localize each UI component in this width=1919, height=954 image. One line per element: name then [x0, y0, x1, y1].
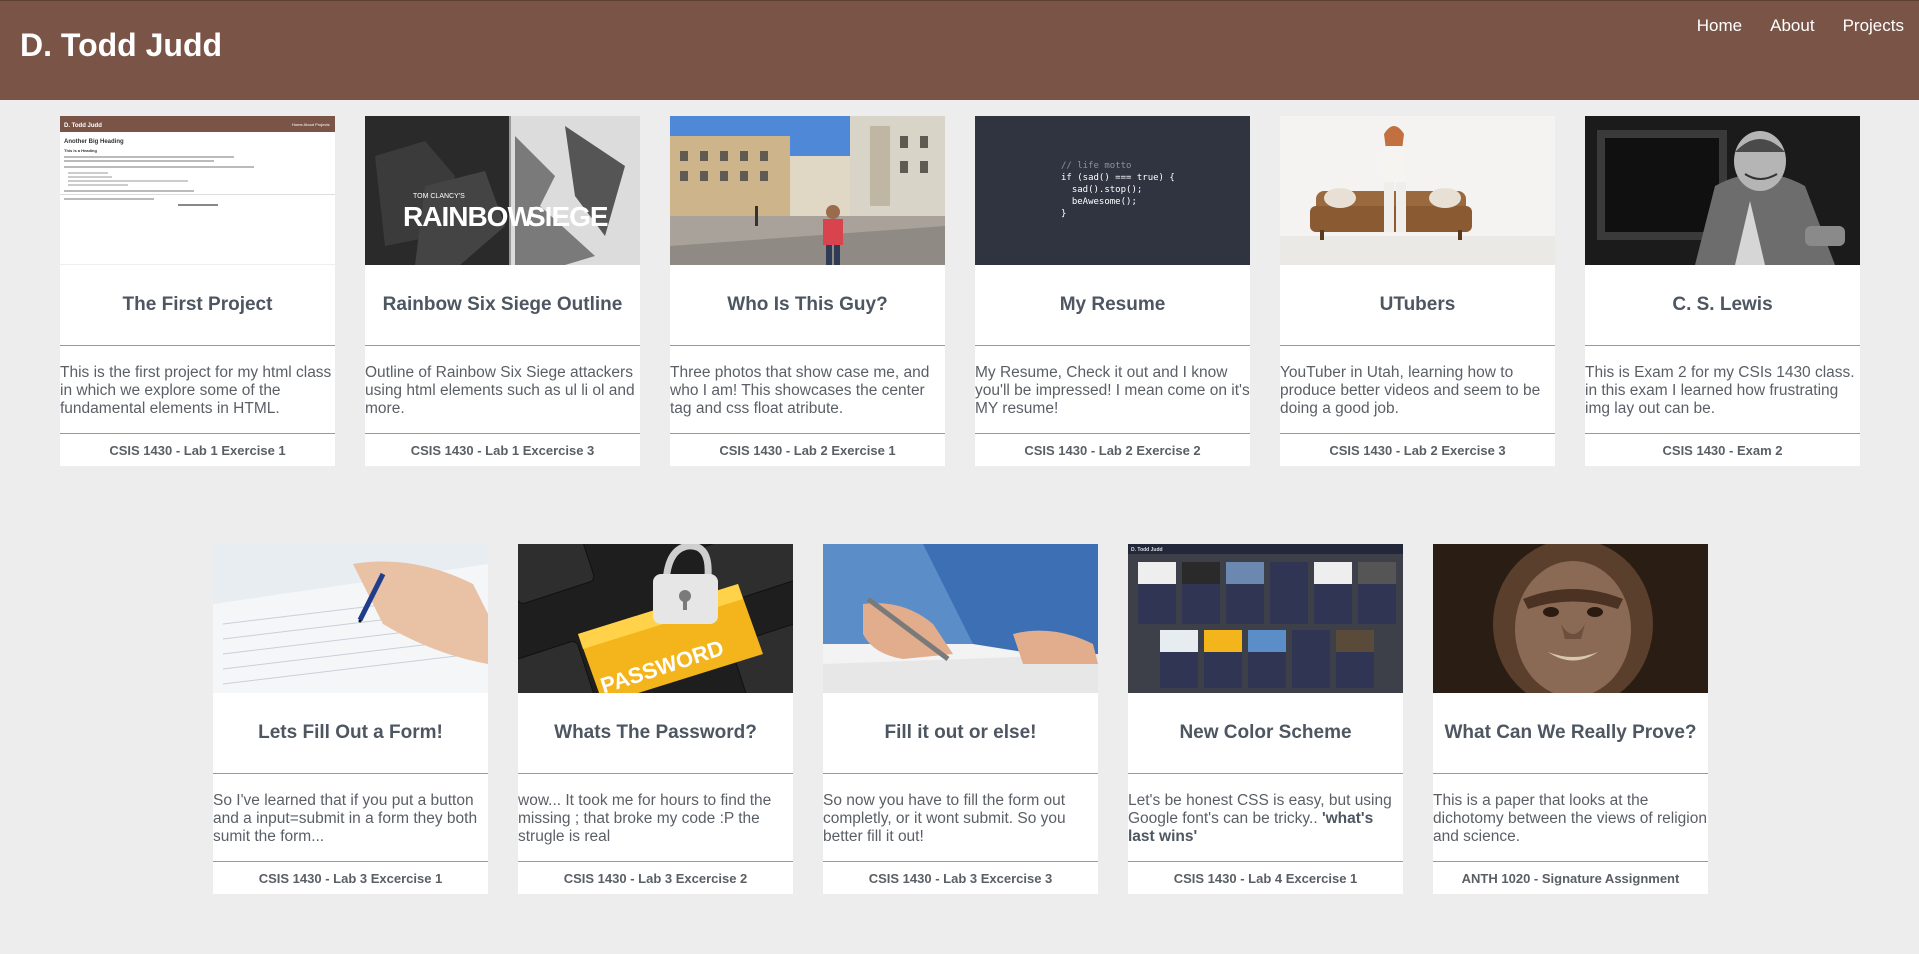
nav-about-link[interactable]: About — [1770, 16, 1814, 36]
project-thumbnail — [1585, 116, 1860, 265]
project-thumbnail — [1433, 544, 1708, 693]
project-description: YouTuber in Utah, learning how to produc… — [1280, 346, 1555, 434]
code-line: } — [1061, 209, 1066, 219]
project-thumbnail: PASSWORD — [518, 544, 793, 693]
project-thumbnail — [823, 544, 1098, 693]
svg-text:Home About Projects: Home About Projects — [292, 122, 330, 127]
project-card[interactable]: Fill it out or else! So now you have to … — [823, 544, 1098, 894]
project-description: wow... It took me for hours to find the … — [518, 774, 793, 862]
project-course: CSIS 1430 - Lab 1 Excercise 3 — [410, 442, 595, 458]
project-card[interactable]: D. Todd Judd Home About Projects Another… — [60, 116, 335, 466]
nav-home-link[interactable]: Home — [1697, 16, 1742, 36]
site-title[interactable]: D. Todd Judd — [20, 27, 222, 64]
project-course: CSIS 1430 - Lab 1 Exercise 1 — [109, 442, 286, 458]
svg-text:D. Todd Judd: D. Todd Judd — [64, 123, 102, 129]
project-thumbnail — [670, 116, 945, 265]
project-thumbnail: // life motto if (sad() === true) { sad(… — [975, 116, 1250, 265]
project-course: CSIS 1430 - Lab 2 Exercise 3 — [1329, 442, 1506, 458]
project-course: CSIS 1430 - Lab 3 Excercise 3 — [868, 870, 1053, 886]
code-line: beAwesome(); — [1061, 197, 1137, 207]
svg-text:SIEGE: SIEGE — [527, 201, 608, 232]
project-title[interactable]: UTubers — [1280, 265, 1555, 346]
project-course: CSIS 1430 - Lab 2 Exercise 1 — [719, 442, 896, 458]
project-card[interactable]: PASSWORD Whats The Password? wow... It t… — [518, 544, 793, 894]
project-card[interactable]: C. S. Lewis This is Exam 2 for my CSIs 1… — [1585, 116, 1860, 466]
project-course: CSIS 1430 - Lab 2 Exercise 2 — [1024, 442, 1201, 458]
project-thumbnail: RAINBOW SIEGE TOM CLANCY'S — [365, 116, 640, 265]
project-thumbnail: D. Todd Judd — [1128, 544, 1403, 693]
project-title[interactable]: Fill it out or else! — [823, 693, 1098, 774]
project-description: This is Exam 2 for my CSIs 1430 class. i… — [1585, 346, 1860, 434]
project-card[interactable]: D. Todd Judd New Color Scheme Let's be h… — [1128, 544, 1403, 894]
code-line: sad().stop(); — [1061, 185, 1142, 195]
site-header: D. Todd Judd Home About Projects — [0, 0, 1919, 100]
svg-text:Another Big Heading: Another Big Heading — [64, 139, 124, 145]
project-description: Three photos that show case me, and who … — [670, 346, 945, 434]
project-card[interactable]: RAINBOW SIEGE TOM CLANCY'S Rainbow Six S… — [365, 116, 640, 466]
project-description: My Resume, Check it out and I know you'l… — [975, 346, 1250, 434]
project-title[interactable]: My Resume — [975, 265, 1250, 346]
project-thumbnail — [213, 544, 488, 693]
code-line: // life motto — [1061, 161, 1131, 171]
project-description: Let's be honest CSS is easy, but using G… — [1128, 774, 1403, 862]
code-line: if (sad() === true) { — [1061, 173, 1175, 183]
main-nav: Home About Projects — [1697, 16, 1919, 36]
project-description: So now you have to fill the form out com… — [823, 774, 1098, 862]
project-title[interactable]: Lets Fill Out a Form! — [213, 693, 488, 774]
project-course: CSIS 1430 - Lab 4 Excercise 1 — [1173, 870, 1358, 886]
project-card[interactable]: What Can We Really Prove? This is a pape… — [1433, 544, 1708, 894]
project-title[interactable]: Rainbow Six Siege Outline — [365, 265, 640, 346]
project-course: ANTH 1020 - Signature Assignment — [1461, 870, 1680, 886]
nav-projects-link[interactable]: Projects — [1843, 16, 1904, 36]
project-card[interactable]: UTubers YouTuber in Utah, learning how t… — [1280, 116, 1555, 466]
svg-text:RAINBOW: RAINBOW — [403, 201, 534, 232]
project-thumbnail — [1280, 116, 1555, 265]
project-title[interactable]: Who Is This Guy? — [670, 265, 945, 346]
project-title[interactable]: New Color Scheme — [1128, 693, 1403, 774]
svg-text:This is a Heading: This is a Heading — [64, 148, 97, 153]
project-description: Outline of Rainbow Six Siege attackers u… — [365, 346, 640, 434]
project-card[interactable]: Who Is This Guy? Three photos that show … — [670, 116, 945, 466]
project-card[interactable]: Lets Fill Out a Form! So I've learned th… — [213, 544, 488, 894]
svg-text:D. Todd Judd: D. Todd Judd — [1131, 547, 1163, 553]
project-course: CSIS 1430 - Lab 3 Excercise 2 — [563, 870, 748, 886]
svg-text:TOM CLANCY'S: TOM CLANCY'S — [413, 193, 465, 200]
project-description: This is a paper that looks at the dichot… — [1433, 774, 1708, 862]
project-title[interactable]: What Can We Really Prove? — [1433, 693, 1708, 774]
project-title[interactable]: The First Project — [60, 265, 335, 346]
project-title[interactable]: C. S. Lewis — [1585, 265, 1860, 346]
project-thumbnail: D. Todd Judd Home About Projects Another… — [60, 116, 335, 265]
project-title[interactable]: Whats The Password? — [518, 693, 793, 774]
project-card[interactable]: // life motto if (sad() === true) { sad(… — [975, 116, 1250, 466]
project-description: So I've learned that if you put a button… — [213, 774, 488, 862]
project-course: CSIS 1430 - Exam 2 — [1662, 442, 1783, 458]
project-course: CSIS 1430 - Lab 3 Excercise 1 — [258, 870, 443, 886]
project-description: This is the first project for my html cl… — [60, 346, 335, 434]
